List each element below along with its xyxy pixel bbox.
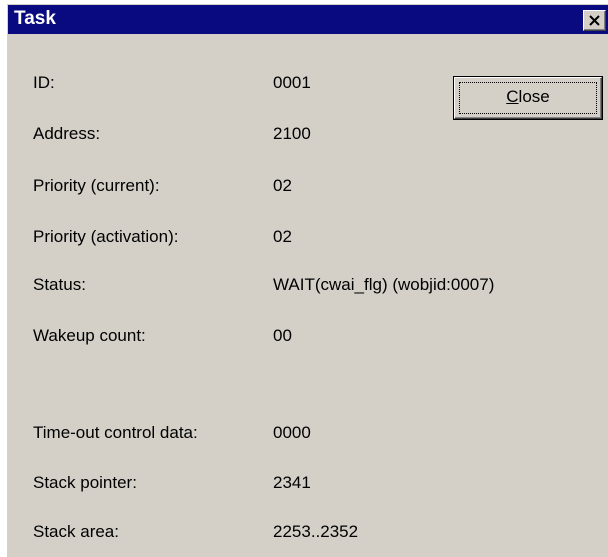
priority-current-value: 02 — [273, 176, 292, 195]
title-bar[interactable]: Task — [8, 5, 608, 34]
window-title: Task — [14, 8, 56, 29]
close-button-label-rest: lose — [518, 87, 550, 106]
priority-activation-value: 02 — [273, 227, 292, 246]
id-label: ID: — [33, 73, 55, 92]
stack-pointer-label: Stack pointer: — [33, 473, 137, 492]
address-value: 2100 — [273, 124, 311, 143]
id-value: 0001 — [273, 73, 311, 92]
status-value: WAIT(cwai_flg) (wobjid:0007) — [273, 275, 495, 294]
stack-pointer-value: 2341 — [273, 473, 311, 492]
task-dialog: Task ID: 0001 Address: 2100 Priority (cu… — [7, 4, 608, 557]
close-button[interactable]: Close — [453, 76, 603, 120]
close-x-icon — [589, 15, 600, 26]
wakeup-count-label: Wakeup count: — [33, 326, 146, 345]
status-label: Status: — [33, 275, 86, 294]
wakeup-count-value: 00 — [273, 326, 292, 345]
timeout-control-label: Time-out control data: — [33, 423, 198, 442]
titlebar-close-button[interactable] — [583, 10, 606, 31]
priority-activation-label: Priority (activation): — [33, 227, 179, 246]
close-button-label: Close — [454, 87, 602, 107]
stack-area-label: Stack area: — [33, 522, 119, 541]
priority-current-label: Priority (current): — [33, 176, 160, 195]
timeout-control-value: 0000 — [273, 423, 311, 442]
address-label: Address: — [33, 124, 101, 143]
close-button-mnemonic: C — [506, 87, 519, 106]
stack-area-value: 2253..2352 — [273, 522, 359, 541]
